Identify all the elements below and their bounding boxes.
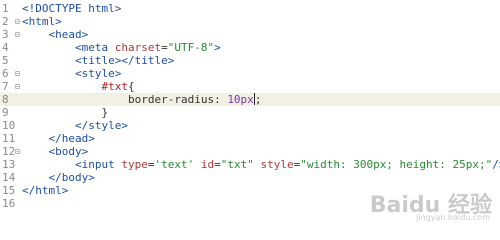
code-token: </head>: [48, 132, 95, 145]
line-number: 10: [2, 119, 16, 132]
line-number: 11: [2, 132, 16, 145]
code-text: </head>: [22, 132, 95, 145]
code-token: <!DOCTYPE html>: [22, 2, 122, 15]
code-line[interactable]: 11 </head>: [0, 132, 500, 145]
line-number: 12: [2, 145, 16, 158]
code-token: #txt: [101, 80, 128, 93]
code-token: </style>: [74, 119, 128, 132]
code-text: }: [22, 106, 108, 119]
line-number: 13: [2, 158, 16, 171]
line-number: 2: [2, 15, 9, 28]
code-token: ;: [254, 93, 262, 106]
code-line[interactable]: 4 <meta charset="UTF-8">: [0, 41, 500, 54]
line-number: 16: [2, 197, 16, 210]
line-number: 3: [2, 28, 9, 41]
code-line[interactable]: 12 ⊟ <body>: [0, 145, 500, 158]
code-text: #txt{: [22, 80, 135, 93]
code-token: <html>: [22, 15, 62, 28]
code-token: {: [127, 80, 135, 93]
code-line[interactable]: 2 ⊟ <html>: [0, 15, 500, 28]
code-token: <title></title>: [74, 54, 175, 67]
line-number: 7: [2, 80, 9, 93]
code-token: charset: [114, 41, 162, 54]
line-number: 5: [2, 54, 9, 67]
code-token: :: [214, 93, 228, 106]
line-number: 15: [2, 184, 16, 197]
code-token: <input: [74, 158, 122, 171]
code-token: "UTF-8": [167, 41, 215, 54]
code-line[interactable]: 9 }: [0, 106, 500, 119]
code-line[interactable]: 14 </body>: [0, 171, 500, 184]
code-line[interactable]: 1 <!DOCTYPE html>: [0, 2, 500, 15]
code-text: </body>: [22, 171, 95, 184]
code-token: =: [161, 41, 168, 54]
code-token: "txt": [220, 158, 254, 171]
line-number: 8: [2, 93, 9, 106]
code-text: <meta charset="UTF-8">: [22, 41, 221, 54]
code-text: </style>: [22, 119, 128, 132]
code-token: style: [260, 158, 294, 171]
code-token: 10px: [227, 93, 254, 106]
code-token: </body>: [48, 171, 95, 184]
code-line[interactable]: 13 <input type='text' id="txt" style="wi…: [0, 158, 500, 171]
code-token: }: [101, 106, 109, 119]
code-text: <style>: [22, 67, 121, 80]
line-number: 9: [2, 106, 9, 119]
code-token: <style>: [74, 67, 122, 80]
code-text: <head>: [22, 28, 89, 41]
code-line[interactable]: 6 ⊟ <style>: [0, 67, 500, 80]
line-number: 6: [2, 67, 9, 80]
code-text: <!DOCTYPE html>: [22, 2, 121, 15]
code-token: border-radius: [127, 93, 215, 106]
line-number: 1: [2, 2, 9, 15]
code-text: </html>: [22, 184, 68, 197]
line-number: 14: [2, 171, 16, 184]
code-line[interactable]: 3 ⊟ <head>: [0, 28, 500, 41]
code-token: =: [214, 158, 221, 171]
baidu-watermark: Baidu 经验 jingyan.baidu.com: [370, 187, 492, 222]
code-token: </html>: [22, 184, 69, 197]
code-text: border-radius: 10px;: [22, 93, 261, 106]
code-text: <title></title>: [22, 54, 174, 67]
code-text: <body>: [22, 145, 89, 158]
code-token: type: [121, 158, 148, 171]
code-token: >: [214, 41, 221, 54]
code-text: <html>: [22, 15, 62, 28]
code-text: <input type='text' id="txt" style="width…: [22, 158, 500, 171]
code-token: <head>: [48, 28, 89, 41]
code-token: <body>: [48, 145, 89, 158]
code-line[interactable]: 10 </style>: [0, 119, 500, 132]
code-token: 'text': [154, 158, 195, 171]
code-token: />: [492, 158, 500, 171]
line-number: 4: [2, 41, 9, 54]
code-line[interactable]: 7 ⊟ #txt{: [0, 80, 500, 93]
code-token: <meta: [74, 41, 115, 54]
watermark-subtext: jingyan.baidu.com: [416, 213, 490, 222]
code-line[interactable]: 5 <title></title>: [0, 54, 500, 67]
code-token: id: [200, 158, 215, 171]
code-line[interactable]: 8 border-radius: 10px;: [0, 93, 500, 106]
code-token: "width: 300px; height: 25px;": [300, 158, 493, 171]
